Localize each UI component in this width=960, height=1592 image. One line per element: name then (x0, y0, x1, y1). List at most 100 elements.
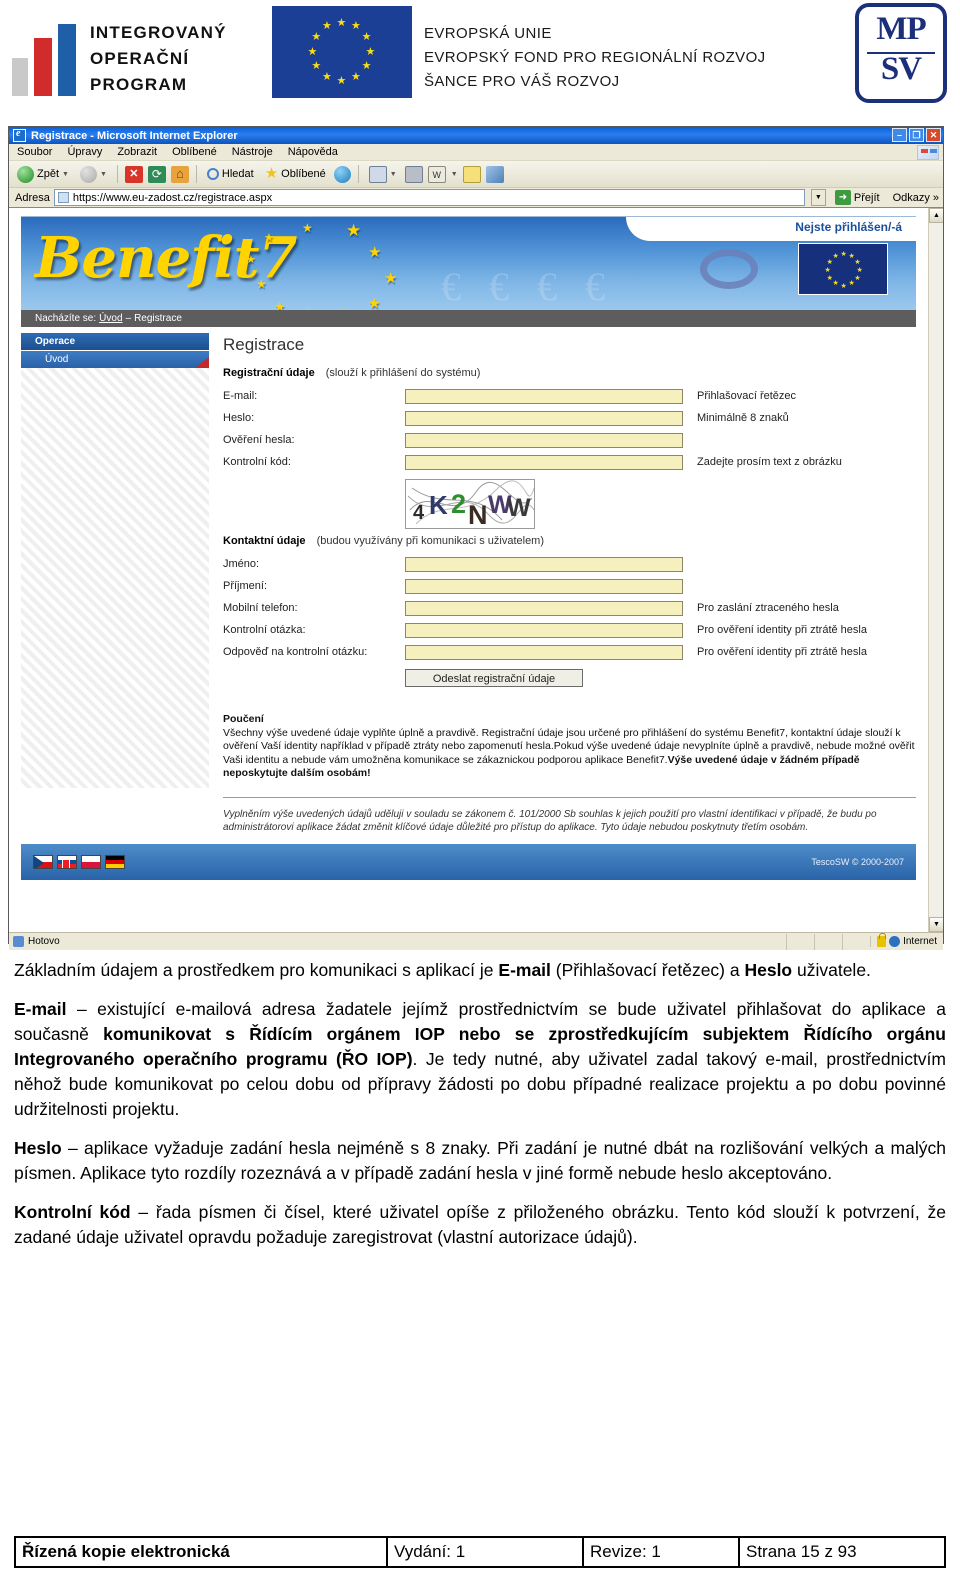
sidebar-corner-icon (195, 357, 209, 368)
contact-title-note: (budou využívány při komunikaci s uživat… (316, 535, 545, 547)
menu-item-soubor[interactable]: Soubor (17, 146, 52, 158)
history-icon[interactable] (333, 165, 351, 183)
iop-logo-text: INTEGROVANÝ OPERAČNÍ PROGRAM (90, 20, 227, 98)
mobile-input[interactable] (405, 600, 683, 616)
minimize-button[interactable]: – (892, 128, 907, 142)
back-chevron-down-icon[interactable]: ▼ (62, 171, 69, 178)
eu-line-1: EVROPSKÁ UNIE (424, 25, 552, 42)
iop-line-3: PROGRAM (90, 75, 188, 94)
lastname-input[interactable] (405, 578, 683, 594)
scroll-up-icon[interactable]: ▲ (929, 208, 943, 223)
consent-text: Vyplněním výše uvedených údajů uděluji v… (223, 808, 877, 833)
close-button[interactable]: ✕ (926, 128, 941, 142)
app-body: Operace Úvod Registrace Registrační údaj… (21, 333, 916, 834)
firstname-input[interactable] (405, 556, 683, 572)
field-row-security-question: Kontrolní otázka: Pro ověření identity p… (223, 619, 916, 641)
maximize-button[interactable]: ❐ (909, 128, 924, 142)
flag-pl-icon[interactable] (81, 854, 101, 869)
menu-item-zobrazit[interactable]: Zobrazit (117, 146, 157, 158)
browser-address-bar: Adresa https://www.eu-zadost.cz/registra… (9, 188, 943, 208)
footer-revision: Revize: 1 (584, 1538, 740, 1568)
flag-cz-icon[interactable] (33, 854, 53, 869)
registration-title-text: Registrační údaje (223, 367, 315, 379)
eu-logo-text: EVROPSKÁ UNIE EVROPSKÝ FOND PRO REGIONÁL… (424, 22, 766, 94)
password-label: Heslo: (223, 412, 255, 424)
emphasis-text: Heslo (14, 1138, 62, 1158)
sidebar-item-uvod[interactable]: Úvod (21, 351, 209, 368)
eu-flag-banner-icon: ★ ★ ★ ★ ★ ★ ★ ★ ★ ★ ★ ★ (798, 243, 888, 295)
search-button[interactable]: Hledat (204, 167, 257, 181)
home-icon[interactable]: ⌂ (170, 165, 189, 183)
browser-window: Registrace - Microsoft Internet Explorer… (8, 126, 944, 950)
app-footer: TescoSW © 2000-2007 (21, 843, 916, 880)
favorites-label: Oblíbené (281, 168, 326, 180)
scroll-down-icon[interactable]: ▼ (929, 917, 943, 932)
password-input[interactable] (405, 410, 683, 426)
links-button[interactable]: Odkazy » (889, 192, 943, 204)
toolbar-divider-2 (195, 165, 197, 183)
sidebar-hatch-area (21, 368, 209, 788)
address-chevron-down-icon[interactable]: ▼ (810, 189, 826, 206)
forward-chevron-down-icon[interactable]: ▼ (100, 171, 107, 178)
captcha-label: Kontrolní kód: (223, 456, 291, 468)
browser-menu-bar: Soubor Úpravy Zobrazit Oblíbené Nástroje… (9, 144, 943, 161)
go-button[interactable]: ➜ Přejít (830, 190, 885, 205)
menu-item-napoveda[interactable]: Nápověda (288, 146, 338, 158)
breadcrumb-separator: – (125, 313, 132, 324)
banner-stars-icon: ★★★★★★★★★★★ (246, 221, 398, 310)
footer-edition: Vydání: 1 (388, 1538, 584, 1568)
go-label: Přejít (853, 191, 880, 204)
password-confirm-input[interactable] (405, 432, 683, 448)
page-icon (57, 192, 69, 203)
edit-chevron-down-icon[interactable]: ▼ (451, 171, 458, 178)
menu-item-oblibene[interactable]: Oblíbené (172, 146, 217, 158)
windows-logo-icon (917, 145, 939, 160)
stop-icon[interactable]: ✕ (124, 165, 143, 183)
submit-registration-button[interactable]: Odeslat registrační údaje (405, 669, 583, 687)
menu-item-upravy[interactable]: Úpravy (67, 146, 102, 158)
print-icon[interactable] (404, 165, 423, 183)
body-text: (Přihlašovací řetězec) a (550, 960, 745, 980)
security-answer-input[interactable] (405, 644, 683, 660)
footer-copy-type: Řízená kopie elektronická (14, 1538, 388, 1568)
body-text: uživatele. (792, 960, 871, 980)
favorites-button[interactable]: ★ Oblíbené (262, 166, 329, 182)
status-page-icon (13, 936, 24, 947)
forward-button[interactable]: ▼ (77, 165, 110, 184)
eu-flag-icon: ★ ★ ★ ★ ★ ★ ★ ★ ★ ★ ★ ★ (272, 6, 412, 98)
field-row-mobile: Mobilní telefon: Pro zaslání ztraceného … (223, 597, 916, 619)
refresh-icon[interactable]: ⟳ (147, 165, 166, 183)
security-zone[interactable]: Internet (870, 933, 943, 947)
sidebar-heading: Operace (21, 333, 209, 351)
flag-sk-icon[interactable] (57, 854, 77, 869)
address-input[interactable]: https://www.eu-zadost.cz/registrace.aspx (53, 189, 805, 206)
back-button[interactable]: Zpět ▼ (14, 165, 72, 184)
field-row-firstname: Jméno: (223, 553, 916, 575)
emphasis-text: E-mail (14, 999, 67, 1019)
mail-icon (368, 165, 387, 183)
window-title: Registrace - Microsoft Internet Explorer (31, 129, 238, 142)
captcha-input[interactable] (405, 454, 683, 470)
forward-arrow-icon (79, 165, 97, 183)
messenger-icon[interactable] (485, 165, 504, 183)
password-confirm-label: Ověření hesla: (223, 434, 295, 446)
flag-de-icon[interactable] (105, 854, 125, 869)
breadcrumb-link-home[interactable]: Úvod (99, 313, 122, 324)
email-input[interactable] (405, 388, 683, 404)
links-label: Odkazy (892, 191, 930, 204)
security-question-input[interactable] (405, 622, 683, 638)
mpsv-logo-bottom: SV (880, 51, 922, 87)
iop-line-2: OPERAČNÍ (90, 49, 190, 68)
security-zone-label: Internet (903, 936, 937, 947)
edit-icon[interactable]: W (427, 165, 446, 183)
menu-item-nastroje[interactable]: Nástroje (232, 146, 273, 158)
language-flags (33, 854, 125, 869)
emphasis-text: Kontrolní kód (14, 1202, 131, 1222)
firstname-label: Jméno: (223, 558, 260, 570)
email-label: E-mail: (223, 390, 258, 402)
toolbar-divider-1 (116, 165, 118, 183)
mail-chevron-down-icon[interactable]: ▼ (390, 171, 397, 178)
vertical-scrollbar[interactable]: ▲ ▼ (928, 208, 943, 932)
notes-icon[interactable] (462, 165, 481, 183)
mail-button[interactable]: ▼ (366, 165, 400, 184)
